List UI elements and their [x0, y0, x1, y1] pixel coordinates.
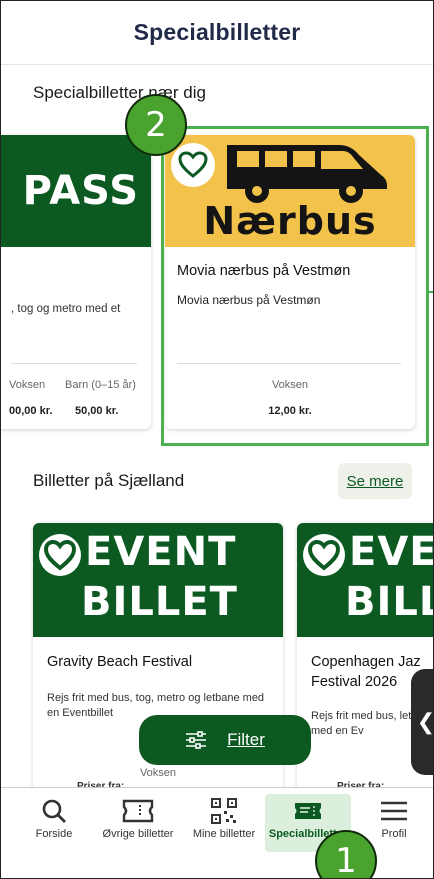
section-title-zealand: Billetter på Sjælland	[33, 471, 185, 490]
sliders-icon	[186, 731, 207, 749]
card-title: Gravity Beach Festival	[47, 654, 193, 670]
nav-item-mine-billetter[interactable]: Mine billetter	[181, 794, 267, 852]
nav-label: Øvrige billetter	[102, 828, 174, 840]
side-panel-handle[interactable]: ❮	[411, 669, 434, 775]
ticket-card-pass[interactable]: PASS , tog og metro med et Voksen Barn (…	[1, 135, 151, 429]
app-header: Specialbilletter	[1, 1, 433, 65]
price-label-child: Barn (0–15 år)	[65, 379, 136, 391]
qr-code-icon	[211, 798, 237, 824]
price-child: 50,00 kr.	[75, 405, 119, 417]
filter-label: Filter	[227, 730, 265, 749]
divider	[11, 363, 137, 364]
nav-item-ovrige-billetter[interactable]: Øvrige billetter	[95, 794, 181, 852]
special-ticket-icon	[295, 803, 321, 819]
menu-icon	[381, 801, 407, 821]
event-brand-line1: EVE	[349, 529, 434, 575]
search-icon	[42, 799, 66, 823]
section-title-near: Specialbilletter nær dig	[33, 83, 206, 102]
event-brand-line1: EVENT	[85, 529, 237, 575]
price-label: Voksen	[139, 767, 177, 779]
event-banner: EVE BILL	[297, 523, 434, 637]
pass-banner: PASS	[1, 135, 151, 247]
price-label-adult: Voksen	[9, 379, 46, 391]
pass-description: , tog og metro med et	[11, 303, 121, 315]
annotation-badge-2: 2	[125, 94, 187, 156]
nav-label: Profil	[381, 828, 407, 840]
event-brand-line2: BILLET	[81, 579, 238, 625]
ticket-icon	[122, 799, 154, 823]
heart-icon	[39, 534, 81, 576]
filter-button[interactable]: Filter	[139, 715, 311, 765]
page-title: Specialbilletter	[133, 19, 301, 45]
highlight-box	[161, 126, 429, 446]
highlight-connector	[429, 291, 433, 293]
pass-brand: PASS	[22, 168, 139, 214]
nav-label: Mine billetter	[192, 828, 256, 840]
price-adult: 00,00 kr.	[9, 405, 53, 417]
nav-item-forside[interactable]: Forside	[11, 794, 97, 852]
chevron-left-icon: ❮	[416, 709, 434, 734]
app-screen: Specialbilletter Specialbilletter nær di…	[0, 0, 434, 879]
nav-label: Forside	[35, 828, 73, 840]
event-brand-line2: BILL	[345, 579, 433, 625]
event-banner: EVENT BILLET	[33, 523, 283, 637]
see-more-button[interactable]: Se mere	[338, 463, 412, 499]
heart-icon	[303, 534, 345, 576]
